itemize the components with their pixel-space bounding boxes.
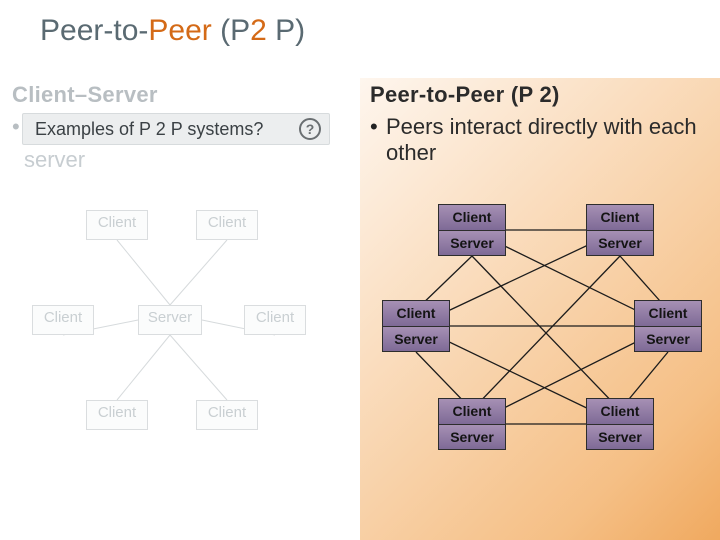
- slide-title: Peer-to-Peer (P2 P): [40, 14, 305, 48]
- p2p-node: Client Server: [586, 398, 654, 450]
- p2p-node: Client Server: [382, 300, 450, 352]
- p2p-node: Client Server: [438, 204, 506, 256]
- cs-node-client: Client: [196, 400, 258, 430]
- p2p-node-client: Client: [586, 398, 654, 425]
- p2p-node-server: Server: [382, 327, 450, 353]
- popup-question-box: Examples of P 2 P systems? ?: [22, 113, 330, 145]
- diagram-lines: [20, 210, 330, 480]
- popup-question-label: Examples of P 2 P systems?: [35, 119, 263, 140]
- p2p-node-client: Client: [634, 300, 702, 327]
- p2p-node: Client Server: [586, 204, 654, 256]
- bullet-dot: •: [370, 114, 378, 140]
- question-icon: ?: [299, 118, 321, 140]
- p2p-node-client: Client: [438, 204, 506, 231]
- cs-node-client: Client: [86, 400, 148, 430]
- p2p-node-client: Client: [438, 398, 506, 425]
- cs-node-client: Client: [244, 305, 306, 335]
- left-bullet-line2: server: [24, 147, 85, 173]
- cs-node-client: Client: [196, 210, 258, 240]
- p2p-node-server: Server: [586, 231, 654, 257]
- p2p-node-server: Server: [438, 231, 506, 257]
- bullet-dot: •: [12, 114, 20, 140]
- cs-node-client: Client: [32, 305, 94, 335]
- p2p-node-server: Server: [634, 327, 702, 353]
- p2p-diagram: Client Server Client Server Client Serve…: [376, 210, 706, 480]
- right-heading: Peer-to-Peer (P 2): [370, 82, 710, 108]
- cs-node-client: Client: [86, 210, 148, 240]
- p2p-node-client: Client: [586, 204, 654, 231]
- p2p-node-client: Client: [382, 300, 450, 327]
- left-heading: Client–Server: [12, 82, 352, 108]
- client-server-diagram: Client Client Client Server Client Clien…: [20, 210, 330, 480]
- p2p-node: Client Server: [634, 300, 702, 352]
- cs-node-server: Server: [138, 305, 202, 335]
- right-column: Peer-to-Peer (P 2) • Peers interact dire…: [370, 82, 710, 166]
- p2p-node-server: Server: [438, 425, 506, 451]
- p2p-node-server: Server: [586, 425, 654, 451]
- p2p-node: Client Server: [438, 398, 506, 450]
- right-bullet: Peers interact directly with each other: [386, 114, 710, 166]
